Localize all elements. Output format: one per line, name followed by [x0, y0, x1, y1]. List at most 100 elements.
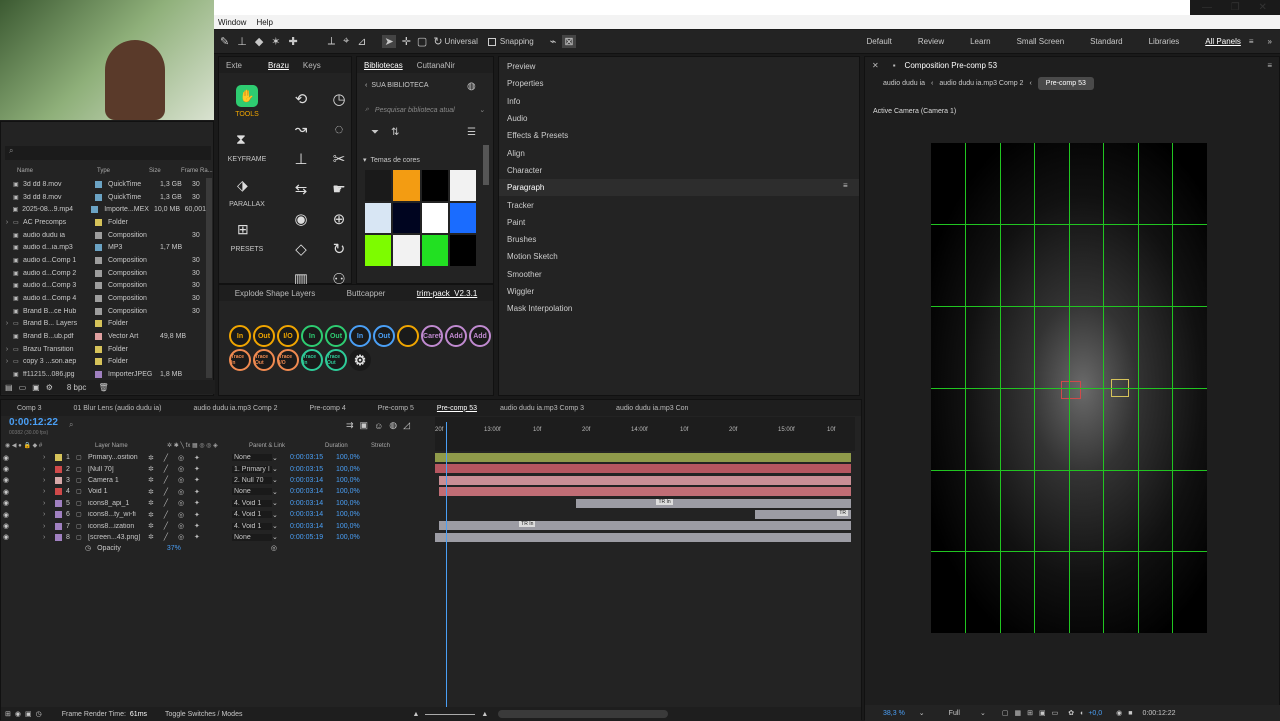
col-type[interactable]: Type	[97, 168, 149, 174]
filter-icon[interactable]: ⏷	[371, 127, 379, 138]
layer-row[interactable]: ◉ › 8 ▢ [screen...43.png] ✲ ╱ ◎ ✦ None ⌄ 0:00:05…	[1, 532, 435, 543]
label-color[interactable]	[95, 256, 102, 264]
panel-smoother[interactable]: Smoother	[499, 266, 859, 283]
layer-marker[interactable]: TR	[837, 510, 848, 516]
zoom-out-icon[interactable]: ▲	[412, 711, 419, 718]
eye-icon[interactable]: ◉	[1, 522, 11, 530]
label-color[interactable]	[95, 180, 102, 188]
color-swatch[interactable]	[393, 170, 420, 201]
project-item[interactable]: ▣ audio d...ia.mp3 MP3 1,7 MB	[1, 241, 206, 254]
zoom-slider[interactable]	[425, 713, 476, 715]
pin-icon[interactable]: ⊥	[291, 145, 311, 175]
expand-icon[interactable]: ›	[43, 466, 53, 473]
label-color[interactable]	[95, 345, 102, 353]
eraser-icon[interactable]: ◆	[255, 35, 263, 48]
layer-bar[interactable]	[435, 453, 851, 462]
puppet-icon[interactable]: ✚	[289, 35, 298, 48]
bpc-label[interactable]: 8 bpc	[67, 383, 87, 392]
target-icon[interactable]: ⊕	[329, 205, 349, 235]
resolution[interactable]: Full	[949, 710, 960, 717]
layer-marker[interactable]: TR In	[519, 521, 536, 528]
hand-icon[interactable]: ☛	[329, 175, 349, 205]
rect-icon[interactable]: ▢	[417, 35, 427, 48]
exposure-value[interactable]: +0,0	[1088, 710, 1102, 717]
layer-stretch[interactable]: 100,0%	[336, 511, 360, 518]
layer-duration[interactable]: 0:00:03:14	[290, 488, 336, 495]
timer-icon[interactable]: ◷	[329, 85, 349, 115]
viewer-time[interactable]: 0:00:12:22	[1142, 710, 1175, 717]
tab-bibliotecas[interactable]: Bibliotecas	[357, 61, 410, 70]
label-color[interactable]	[95, 333, 102, 341]
snapping-checkbox[interactable]	[487, 37, 496, 46]
graph-editor-icon[interactable]: ◿	[403, 420, 410, 431]
layer-duration[interactable]: 0:00:05:19	[290, 534, 336, 541]
tab-exte[interactable]: Exte	[219, 61, 249, 70]
curve-icon[interactable]: ↝	[291, 115, 311, 145]
chevron-down-icon[interactable]: ⌄	[919, 709, 925, 717]
project-item[interactable]: ▣ audio dudu ia Composition 30	[1, 229, 206, 242]
library-name[interactable]: ‹ SUA BIBLIOTECA	[365, 82, 429, 89]
chevron-down-icon[interactable]: ⌄	[980, 709, 986, 717]
layer-bar[interactable]	[439, 487, 851, 497]
stopwatch-icon[interactable]: ◷	[85, 544, 91, 552]
trimpack-button[interactable]	[397, 325, 419, 347]
view-axis-icon[interactable]: ⊿	[357, 35, 366, 48]
layer-bar[interactable]: TR In	[439, 521, 851, 531]
exposure-icon[interactable]: ◐	[1080, 710, 1084, 717]
trimpack-button[interactable]: Add	[445, 325, 467, 347]
timecode[interactable]: 0:00:12:22	[9, 417, 58, 428]
layer-switches[interactable]: ✲ ╱ ◎ ✦	[148, 533, 232, 541]
tab-brazu[interactable]: Brazu	[261, 61, 296, 70]
chevron-down-icon[interactable]: ⌄	[272, 522, 282, 530]
layer-bar[interactable]	[435, 464, 851, 474]
expand-icon[interactable]: ›	[1, 358, 13, 365]
workspace-small-screen[interactable]: Small Screen	[1017, 37, 1065, 46]
color-swatch[interactable]	[421, 202, 448, 234]
project-item[interactable]: › ▭ Brazu Transition Folder	[1, 343, 206, 356]
folder-icon[interactable]: ▭	[19, 383, 27, 392]
trimpack-button[interactable]: In	[229, 325, 251, 347]
section-tools[interactable]: TOOLS	[225, 111, 269, 118]
workspace-standard[interactable]: Standard	[1090, 37, 1122, 46]
eye-icon[interactable]: ◉	[1, 533, 11, 541]
label-color[interactable]	[95, 358, 102, 366]
layer-duration[interactable]: 0:00:03:15	[290, 454, 336, 461]
timeline-search[interactable]: ⌕	[69, 420, 329, 430]
sort-icon[interactable]: ⇅	[391, 127, 399, 138]
trace-button[interactable]: Trace In	[229, 349, 251, 371]
trace-button[interactable]: Trace I/O	[277, 349, 299, 371]
project-item[interactable]: ▣ audio d...Comp 4 Composition 30	[1, 292, 206, 305]
timeline-tab[interactable]: audio dudu ia.mp3 Comp 3	[484, 405, 600, 412]
timeline-scrollbar[interactable]	[498, 710, 669, 718]
timeline-tab[interactable]: Pre-comp 53	[430, 405, 484, 412]
label-color[interactable]	[95, 231, 102, 239]
project-scrollbar[interactable]	[206, 178, 212, 378]
close-icon[interactable]: ✕	[1259, 2, 1267, 13]
section-keyframe[interactable]: KEYFRAME	[225, 156, 269, 163]
layer-marker[interactable]: TR In	[656, 498, 673, 505]
comp-icon[interactable]: ◉	[15, 710, 21, 718]
trimpack-button[interactable]: I/O	[277, 325, 299, 347]
parent-select[interactable]: None	[232, 488, 272, 496]
layer-row[interactable]: ◉ › 2 ▢ [Null 70] ✲ ╱ ◎ ✦ 1. Primary I ⌄ 0:00:03…	[1, 463, 435, 474]
minimize-icon[interactable]: —	[1202, 2, 1212, 13]
color-icon[interactable]: ✿	[1068, 709, 1074, 717]
trash-icon[interactable]: 🗑	[98, 383, 108, 392]
timeline-tab[interactable]: Pre-comp 4	[294, 405, 362, 412]
panel-wiggler[interactable]: Wiggler	[499, 283, 859, 300]
timeline-tab[interactable]: Pre-comp 5	[362, 405, 430, 412]
timeline-tab[interactable]: 01 Blur Lens (audio dudu ia)	[58, 405, 178, 412]
chevron-down-icon[interactable]: ⌄	[272, 533, 282, 541]
rotate-cw-icon[interactable]: ↻	[329, 235, 349, 265]
color-swatch[interactable]	[421, 235, 448, 266]
workspace-default[interactable]: Default	[867, 37, 892, 46]
motion-blur-icon[interactable]: ◍	[389, 420, 397, 431]
project-item[interactable]: ▣ 2025-08...9.mp4 Importe...MEX 10,0 MB 60,0…	[1, 203, 206, 216]
workspace-review[interactable]: Review	[918, 37, 944, 46]
user-icon[interactable]: ◍	[467, 81, 476, 92]
layer-color[interactable]	[55, 499, 62, 507]
label-color[interactable]	[95, 193, 102, 201]
label-color[interactable]	[91, 206, 99, 214]
selection-tool-icon[interactable]: ➤	[382, 35, 396, 48]
chevron-down-icon[interactable]: ⌄	[272, 488, 282, 496]
